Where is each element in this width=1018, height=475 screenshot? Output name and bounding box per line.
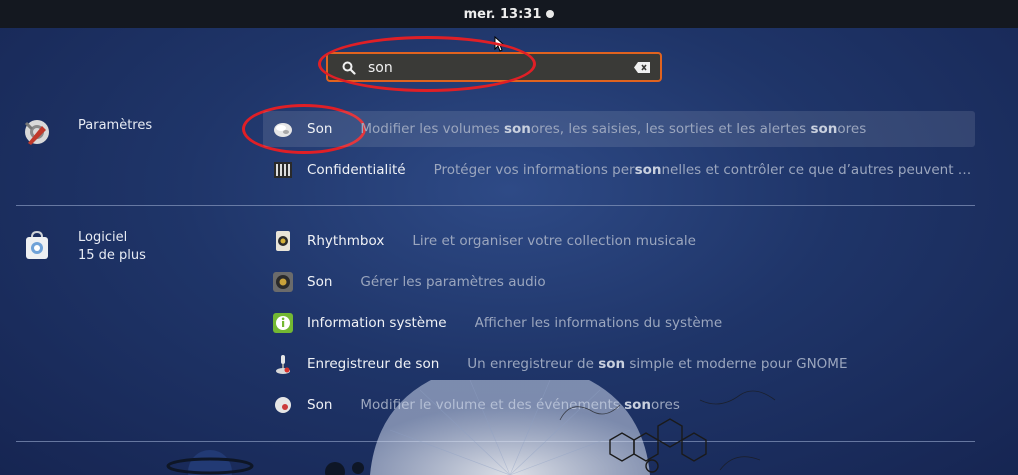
section-divider (16, 205, 975, 206)
privacy-icon (274, 162, 292, 178)
provider-software[interactable]: Logiciel 15 de plus (22, 229, 146, 265)
search-box[interactable] (326, 52, 662, 82)
speaker-icon (273, 272, 293, 292)
software-app-icon (26, 230, 48, 259)
microphone-icon (276, 355, 290, 374)
result-rhythmbox[interactable]: Rhythmbox Lire et organiser votre collec… (263, 223, 975, 259)
result-son-audio[interactable]: Son Gérer les paramètres audio (263, 264, 975, 300)
result-name: Son (307, 121, 333, 137)
result-son-settings[interactable]: Son Modifier les volumes sonores, les sa… (263, 111, 975, 147)
status-indicator-icon (546, 10, 555, 18)
result-information-systeme[interactable]: Information système Afficher les informa… (263, 305, 975, 341)
result-name: Information système (307, 315, 447, 331)
speaker-settings-icon (274, 123, 292, 137)
result-description: Lire et organiser votre collection music… (412, 233, 696, 249)
result-name: Confidentialité (307, 162, 406, 178)
result-name: Son (307, 274, 333, 290)
result-name: Enregistreur de son (307, 356, 440, 372)
result-confidentialite[interactable]: Confidentialité Protéger vos information… (263, 152, 975, 188)
result-name: Rhythmbox (307, 233, 385, 249)
settings-app-icon (24, 120, 49, 145)
result-enregistreur-de-son[interactable]: Enregistreur de son Un enregistreur de s… (263, 346, 975, 382)
clock[interactable]: mer. 13:31 (464, 7, 542, 22)
mouse-pointer-icon (494, 36, 504, 52)
result-description: Afficher les informations du système (474, 315, 723, 331)
rhythmbox-icon (276, 231, 290, 251)
wallpaper-art (166, 380, 776, 475)
search-icon (342, 61, 356, 75)
result-description: Protéger vos informations personnelles e… (433, 162, 972, 178)
provider-label: Logiciel (78, 230, 128, 245)
result-description: Gérer les paramètres audio (360, 274, 546, 290)
provider-label: Paramètres (78, 118, 153, 133)
search-input[interactable] (366, 57, 610, 79)
provider-settings[interactable]: Paramètres (22, 117, 152, 147)
top-bar: mer. 13:31 (0, 0, 1018, 28)
provider-more-count: 15 de plus (78, 248, 146, 263)
info-icon (273, 313, 293, 333)
result-description: Modifier les volumes sonores, les saisie… (360, 121, 867, 137)
result-description: Un enregistreur de son simple et moderne… (467, 356, 848, 372)
clear-search-icon[interactable] (634, 62, 650, 73)
